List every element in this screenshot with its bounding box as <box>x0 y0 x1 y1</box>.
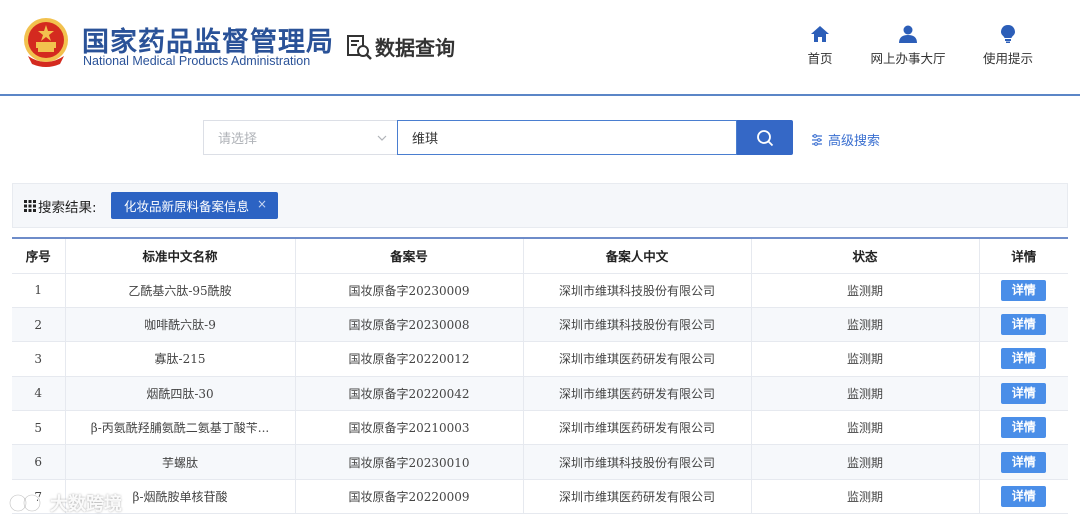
grid-icon <box>24 200 36 212</box>
home-icon <box>811 26 829 42</box>
detail-button[interactable]: 详情 <box>1001 279 1047 301</box>
search-input[interactable]: 维琪 <box>397 120 737 155</box>
site-header: 国家药品监督管理局 National Medical Products Admi… <box>0 0 1080 96</box>
column-header: 状态 <box>751 239 980 274</box>
results-bar: 搜索结果: 化妆品新原料备案信息 × <box>12 183 1068 228</box>
chevron-down-icon <box>377 135 387 141</box>
column-header: 备案人中文 <box>523 239 752 274</box>
row-name: 乙酰基六肽-95酰胺 <box>65 273 296 308</box>
table-row: 6 芋螺肽 国妆原备字20230010 深圳市维琪科技股份有限公司 监测期 详情 <box>12 444 1068 480</box>
detail-button[interactable]: 详情 <box>1001 314 1047 336</box>
row-record-no: 国妆原备字20220012 <box>295 341 524 377</box>
user-icon <box>899 25 917 43</box>
row-status: 监测期 <box>751 479 980 515</box>
row-applicant: 深圳市维琪医药研发有限公司 <box>523 376 752 412</box>
close-icon[interactable]: × <box>257 197 267 211</box>
row-detail-cell: 详情 <box>979 444 1068 480</box>
row-record-no: 国妆原备字20210003 <box>295 410 524 446</box>
watermark-logo-icon <box>8 493 42 513</box>
table-row: 4 烟酰四肽-30 国妆原备字20220042 深圳市维琪医药研发有限公司 监测… <box>12 376 1068 412</box>
filter-tag: 化妆品新原料备案信息 × <box>111 192 278 219</box>
search-icon <box>757 129 774 146</box>
row-name: 咖啡酰六肽-9 <box>65 307 296 343</box>
column-header: 详情 <box>979 239 1068 274</box>
row-status: 监测期 <box>751 341 980 377</box>
nav-usage-tips[interactable]: 使用提示 <box>980 24 1036 67</box>
row-number: 3 <box>12 341 66 377</box>
row-applicant: 深圳市维琪科技股份有限公司 <box>523 307 752 343</box>
nav-usage-tips-label: 使用提示 <box>982 51 1033 66</box>
row-number: 6 <box>12 444 66 480</box>
row-detail-cell: 详情 <box>979 410 1068 446</box>
row-applicant: 深圳市维琪医药研发有限公司 <box>523 479 752 515</box>
row-applicant: 深圳市维琪医药研发有限公司 <box>523 410 752 446</box>
row-name: 烟酰四肽-30 <box>65 376 296 412</box>
row-applicant: 深圳市维琪科技股份有限公司 <box>523 273 752 308</box>
detail-button[interactable]: 详情 <box>1001 382 1047 404</box>
sliders-icon <box>812 133 822 146</box>
column-header: 备案号 <box>295 239 524 274</box>
category-select-placeholder: 请选择 <box>218 132 258 147</box>
column-header: 序号 <box>12 239 66 274</box>
row-record-no: 国妆原备字20230009 <box>295 273 524 308</box>
row-applicant: 深圳市维琪科技股份有限公司 <box>523 444 752 480</box>
row-number: 1 <box>12 273 66 308</box>
org-name-en: National Medical Products Administration <box>83 54 311 68</box>
advanced-search-link[interactable]: 高级搜索 <box>811 130 880 149</box>
search-button[interactable] <box>737 120 793 155</box>
row-record-no: 国妆原备字20230010 <box>295 444 524 480</box>
row-number: 4 <box>12 376 66 412</box>
row-number: 5 <box>12 410 66 446</box>
detail-button[interactable]: 详情 <box>1001 417 1047 439</box>
document-search-icon <box>347 34 372 60</box>
detail-button[interactable]: 详情 <box>1001 348 1047 370</box>
category-select[interactable]: 请选择 <box>203 120 397 155</box>
row-status: 监测期 <box>751 410 980 446</box>
results-label-text: 搜索结果: <box>38 200 97 216</box>
row-status: 监测期 <box>751 273 980 308</box>
table-header-row: 序号 标准中文名称 备案号 备案人中文 状态 详情 <box>12 239 1068 274</box>
filter-tag-label: 化妆品新原料备案信息 <box>124 199 250 214</box>
row-detail-cell: 详情 <box>979 273 1068 308</box>
section-title-text: 数据查询 <box>375 36 455 60</box>
row-detail-cell: 详情 <box>979 307 1068 343</box>
lightbulb-icon <box>1001 25 1015 43</box>
detail-button[interactable]: 详情 <box>1001 486 1047 508</box>
watermark: 大数跨境 <box>8 490 122 516</box>
row-status: 监测期 <box>751 307 980 343</box>
row-detail-cell: 详情 <box>979 479 1068 515</box>
section-title: 数据查询 <box>345 32 455 61</box>
row-status: 监测期 <box>751 444 980 480</box>
row-record-no: 国妆原备字20230008 <box>295 307 524 343</box>
row-detail-cell: 详情 <box>979 341 1068 377</box>
results-table: 序号 标准中文名称 备案号 备案人中文 状态 详情 1 乙酰基六肽-95酰胺 国… <box>12 237 1068 515</box>
column-header: 标准中文名称 <box>65 239 296 274</box>
nav-online-office-label: 网上办事大厅 <box>870 51 946 66</box>
row-name: β-丙氨酰羟脯氨酰二氨基丁酸苄... <box>65 410 296 446</box>
table-row: 5 β-丙氨酰羟脯氨酰二氨基丁酸苄... 国妆原备字20210003 深圳市维琪… <box>12 410 1068 446</box>
national-emblem-icon <box>24 18 68 67</box>
detail-button[interactable]: 详情 <box>1001 451 1047 473</box>
results-label: 搜索结果: <box>24 196 97 216</box>
table-row: 1 乙酰基六肽-95酰胺 国妆原备字20230009 深圳市维琪科技股份有限公司… <box>12 273 1068 308</box>
table-row: 3 寡肽-215 国妆原备字20220012 深圳市维琪医药研发有限公司 监测期… <box>12 341 1068 377</box>
row-detail-cell: 详情 <box>979 376 1068 412</box>
advanced-search-label: 高级搜索 <box>828 134 881 149</box>
search-query: 维琪 <box>412 132 439 147</box>
row-name: 芋螺肽 <box>65 444 296 480</box>
row-record-no: 国妆原备字20220009 <box>295 479 524 515</box>
row-record-no: 国妆原备字20220042 <box>295 376 524 412</box>
row-applicant: 深圳市维琪医药研发有限公司 <box>523 341 752 377</box>
nav-online-office[interactable]: 网上办事大厅 <box>866 24 950 67</box>
nav-home-label: 首页 <box>807 51 833 66</box>
table-row: 2 咖啡酰六肽-9 国妆原备字20230008 深圳市维琪科技股份有限公司 监测… <box>12 307 1068 343</box>
nav-home[interactable]: 首页 <box>804 24 836 67</box>
row-name: 寡肽-215 <box>65 341 296 377</box>
row-number: 2 <box>12 307 66 343</box>
table-row: 7 β-烟酰胺单核苷酸 国妆原备字20220009 深圳市维琪医药研发有限公司 … <box>12 479 1068 515</box>
row-status: 监测期 <box>751 376 980 412</box>
watermark-text: 大数跨境 <box>50 494 122 515</box>
